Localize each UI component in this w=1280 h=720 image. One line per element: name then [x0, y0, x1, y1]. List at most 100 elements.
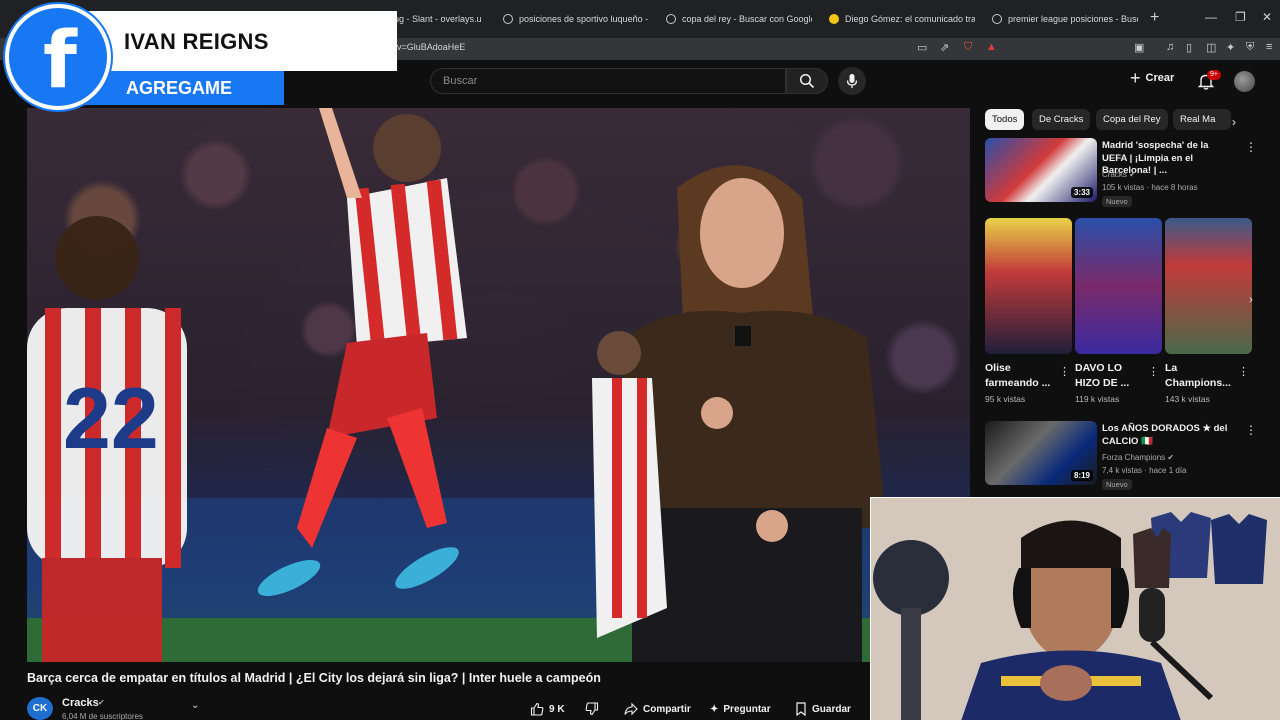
- video-player[interactable]: 22: [27, 108, 970, 662]
- verified-icon: ✔: [1129, 170, 1136, 179]
- duration-badge: 3:33: [1070, 187, 1093, 198]
- maximize-icon[interactable]: ❐: [1235, 10, 1246, 24]
- short-title[interactable]: DAVO LO HIZO DE ...: [1075, 361, 1145, 391]
- short-views: 119 k vistas: [1075, 394, 1120, 404]
- new-tab-button[interactable]: +: [1150, 9, 1159, 27]
- browser-tab[interactable]: Diego Gómez: el comunicado tras la: [829, 6, 975, 32]
- menu-icon[interactable]: ≡: [1266, 41, 1272, 53]
- short-title[interactable]: La Champions...: [1165, 361, 1235, 391]
- browser-tab[interactable]: ebug - Slant - overlays.u: [384, 6, 488, 32]
- thumbs-up-icon: [530, 702, 544, 716]
- save-label: Guardar: [812, 703, 851, 715]
- recommendation-item[interactable]: 3:33 Madrid 'sospecha' de la UEFA | ¡Lim…: [985, 138, 1257, 210]
- close-icon[interactable]: ✕: [1262, 10, 1272, 24]
- music-icon[interactable]: ♫: [1166, 41, 1174, 53]
- svg-text:22: 22: [63, 371, 159, 467]
- recommendation-meta: 105 k vistas · hace 8 horas: [1102, 183, 1198, 192]
- bookmark-icon: [796, 702, 806, 716]
- overlay-name: IVAN REIGNS: [124, 29, 269, 54]
- channel-name: Forza Champions: [1102, 453, 1166, 462]
- create-button[interactable]: + Crear: [1130, 68, 1174, 88]
- more-options-icon[interactable]: ⋮: [1245, 423, 1257, 437]
- search-icon: [799, 73, 815, 89]
- ask-button[interactable]: ✦ Preguntar: [710, 699, 771, 719]
- chip-copa-del-rey[interactable]: Copa del Rey: [1096, 109, 1168, 130]
- facebook-logo-letter: f: [43, 16, 77, 106]
- recommendation-title[interactable]: Los AÑOS DORADOS ★ del CALCIO 🇮🇹: [1102, 423, 1232, 448]
- subscriber-count: 6,04 M de suscriptores: [62, 712, 143, 720]
- dislike-button[interactable]: [585, 699, 599, 719]
- chevron-right-icon[interactable]: ›: [1243, 292, 1259, 308]
- share-button[interactable]: Compartir: [624, 699, 691, 719]
- share-icon[interactable]: ⇗: [940, 41, 949, 54]
- window-icon[interactable]: ▣: [1134, 41, 1144, 54]
- facebook-logo-icon: f: [5, 4, 111, 110]
- chevron-down-icon[interactable]: ⌄: [191, 700, 199, 711]
- recommendation-channel: Cracks ✔: [1102, 168, 1136, 181]
- microphone-icon: [846, 74, 858, 88]
- brave-shield-icon[interactable]: ⛉: [964, 41, 972, 54]
- short-thumbnail[interactable]: [1075, 218, 1162, 354]
- more-options-icon[interactable]: ⋮: [1245, 140, 1257, 154]
- short-thumbnail[interactable]: [1165, 218, 1252, 354]
- rewards-icon[interactable]: ▲: [986, 41, 997, 53]
- channel-name[interactable]: Cracks: [62, 697, 99, 709]
- recommendation-channel: Forza Champions ✔: [1102, 451, 1174, 464]
- channel-name: Cracks: [1102, 170, 1127, 179]
- browser-tab[interactable]: copa del rey - Buscar con Google: [666, 6, 812, 32]
- more-options-icon[interactable]: ⋮: [1059, 365, 1070, 378]
- short-views: 95 k vistas: [985, 394, 1026, 404]
- webcam-overlay: [870, 497, 1280, 720]
- duration-badge: 8:19: [1070, 470, 1093, 481]
- streamer-webcam-scene: [871, 498, 1280, 720]
- plus-icon: +: [1130, 68, 1141, 88]
- tab-title: copa del rey - Buscar con Google: [682, 14, 812, 24]
- video-thumbnail[interactable]: 3:33: [985, 138, 1097, 202]
- extensions-icon[interactable]: ✦: [1226, 41, 1235, 54]
- verified-icon: ✔: [1167, 453, 1175, 462]
- vpn-icon[interactable]: ⛨: [1246, 41, 1254, 54]
- tab-title: ebug - Slant - overlays.u: [384, 14, 482, 24]
- share-label: Compartir: [643, 703, 691, 715]
- channel-row: CK Cracks ✔ 6,04 M de suscriptores ⌄ 9 K…: [27, 694, 872, 720]
- shorts-shelf: Olise farmeando ... DAVO LO HIZO DE ... …: [985, 218, 1255, 408]
- ask-label: Preguntar: [723, 703, 771, 715]
- more-options-icon[interactable]: ⋮: [1238, 365, 1249, 378]
- chip-real-madrid[interactable]: Real Ma: [1173, 109, 1231, 130]
- tab-title: Diego Gómez: el comunicado tras la: [845, 14, 975, 24]
- search-input[interactable]: [443, 75, 785, 87]
- cast-icon[interactable]: ▭: [917, 41, 927, 54]
- new-badge: Nuevo: [1102, 196, 1132, 207]
- channel-avatar[interactable]: CK: [27, 697, 53, 720]
- more-options-icon[interactable]: ⋮: [1148, 365, 1159, 378]
- google-favicon-icon: [666, 14, 676, 24]
- video-title: Barça cerca de empatar en títulos al Mad…: [27, 671, 601, 685]
- recommendation-item[interactable]: 8:19 Los AÑOS DORADOS ★ del CALCIO 🇮🇹 Fo…: [985, 421, 1257, 493]
- sparkle-icon: ✦: [710, 703, 719, 715]
- short-thumbnail[interactable]: [985, 218, 1072, 354]
- url-text[interactable]: v=GluBAdoaHeE: [397, 42, 465, 52]
- short-title[interactable]: Olise farmeando ...: [985, 361, 1055, 391]
- like-button[interactable]: 9 K: [530, 699, 565, 719]
- like-count: 9 K: [549, 703, 565, 715]
- minimize-icon[interactable]: —: [1205, 10, 1217, 24]
- voice-search-button[interactable]: [838, 67, 866, 95]
- chip-todos[interactable]: Todos: [985, 109, 1025, 130]
- browser-tab[interactable]: posiciones de sportivo luqueño - Bu: [503, 6, 649, 32]
- sidebar-icon[interactable]: ▯: [1186, 41, 1192, 54]
- save-button[interactable]: Guardar: [795, 699, 851, 719]
- chevron-right-icon[interactable]: ›: [1232, 115, 1236, 129]
- user-avatar[interactable]: [1234, 71, 1255, 92]
- google-favicon-icon: [992, 14, 1002, 24]
- filter-chips: Todos De Cracks Copa del Rey Real Ma: [985, 109, 1255, 131]
- search-button[interactable]: [786, 68, 828, 94]
- chip-de-cracks[interactable]: De Cracks: [1032, 109, 1091, 130]
- wallet-icon[interactable]: ◫: [1206, 41, 1216, 54]
- browser-tab[interactable]: premier league posiciones - Buscar: [992, 6, 1138, 32]
- video-scene: 22: [27, 108, 970, 662]
- search-box[interactable]: [430, 68, 786, 94]
- news-favicon-icon: [829, 14, 839, 24]
- verified-icon: ✔: [98, 698, 105, 707]
- video-thumbnail[interactable]: 8:19: [985, 421, 1097, 485]
- short-views: 143 k vistas: [1165, 394, 1210, 404]
